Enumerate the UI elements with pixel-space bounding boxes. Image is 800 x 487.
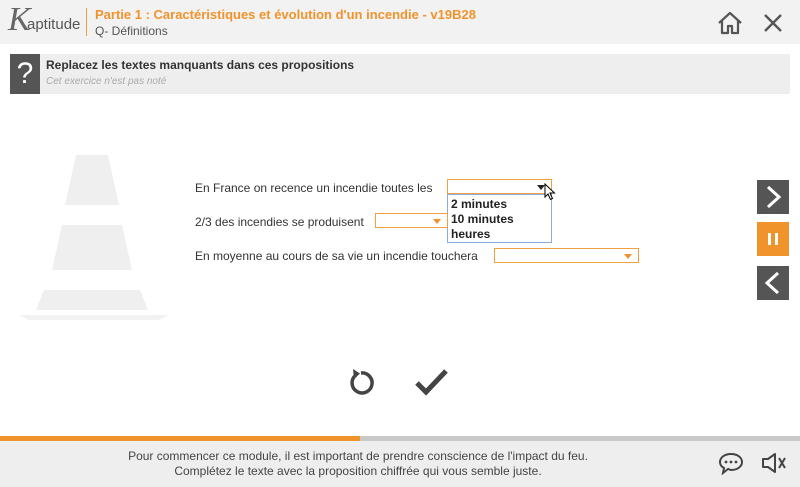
mouse-cursor-icon (544, 183, 556, 201)
close-icon (764, 14, 782, 32)
kaptitude-logo: K aptitude (8, 1, 81, 39)
sentence-2-select[interactable] (375, 213, 448, 228)
dropdown-arrow-icon (624, 254, 632, 259)
home-icon (718, 11, 742, 35)
question-note: Cet exercice n'est pas noté (46, 76, 167, 87)
question-mark-icon: ? (10, 54, 40, 94)
dropdown-option-heures[interactable]: heures (451, 227, 490, 241)
traffic-cone-icon (19, 155, 169, 320)
sentence-2-text: 2/3 des incendies se produisent (195, 215, 364, 229)
pause-button[interactable] (757, 222, 789, 256)
previous-button[interactable] (757, 266, 789, 300)
dropdown-option-10-minutes[interactable]: 10 minutes (451, 212, 514, 226)
pause-icon (768, 233, 778, 245)
home-button[interactable] (716, 10, 744, 36)
footer-bar: Pour commencer ce module, il est importa… (0, 441, 800, 487)
sentence-3-text: En moyenne au cours de sa vie un incendi… (195, 249, 478, 263)
logo-text: aptitude (27, 16, 81, 33)
chat-button[interactable] (718, 451, 744, 476)
sentence-1-dropdown-list: 2 minutes 10 minutes heures (447, 194, 552, 243)
instruction-line-1: Pour commencer ce module, il est importa… (128, 449, 588, 463)
validate-button[interactable] (414, 366, 448, 398)
instruction-line-2: Complétez le texte avec la proposition c… (174, 464, 542, 478)
sound-button[interactable] (760, 451, 788, 475)
sentence-1-select[interactable] (447, 179, 552, 194)
sentence-1-text: En France on recence un incendie toutes … (195, 181, 433, 195)
next-button[interactable] (757, 180, 789, 214)
question-band: ? Replacez les textes manquants dans ces… (10, 54, 790, 94)
module-title: Partie 1 : Caractéristiques et évolution… (95, 7, 476, 22)
reset-button[interactable] (345, 366, 377, 398)
instruction-text: Pour commencer ce module, il est importa… (0, 449, 716, 479)
reset-icon (350, 369, 374, 395)
dropdown-option-2-minutes[interactable]: 2 minutes (451, 197, 507, 211)
checkmark-icon (415, 369, 448, 396)
speaker-icon (762, 453, 786, 473)
dropdown-arrow-icon (433, 219, 441, 224)
sentence-3-select[interactable] (494, 248, 639, 263)
header-bar: K aptitude Partie 1 : Caractéristiques e… (0, 0, 800, 44)
chevron-left-icon (764, 271, 780, 295)
question-title: Replacez les textes manquants dans ces p… (46, 58, 355, 72)
chevron-right-icon (766, 185, 782, 209)
header-divider (86, 8, 87, 36)
close-button[interactable] (760, 10, 786, 36)
section-subtitle: Q- Définitions (95, 24, 168, 38)
chat-icon (718, 452, 744, 476)
